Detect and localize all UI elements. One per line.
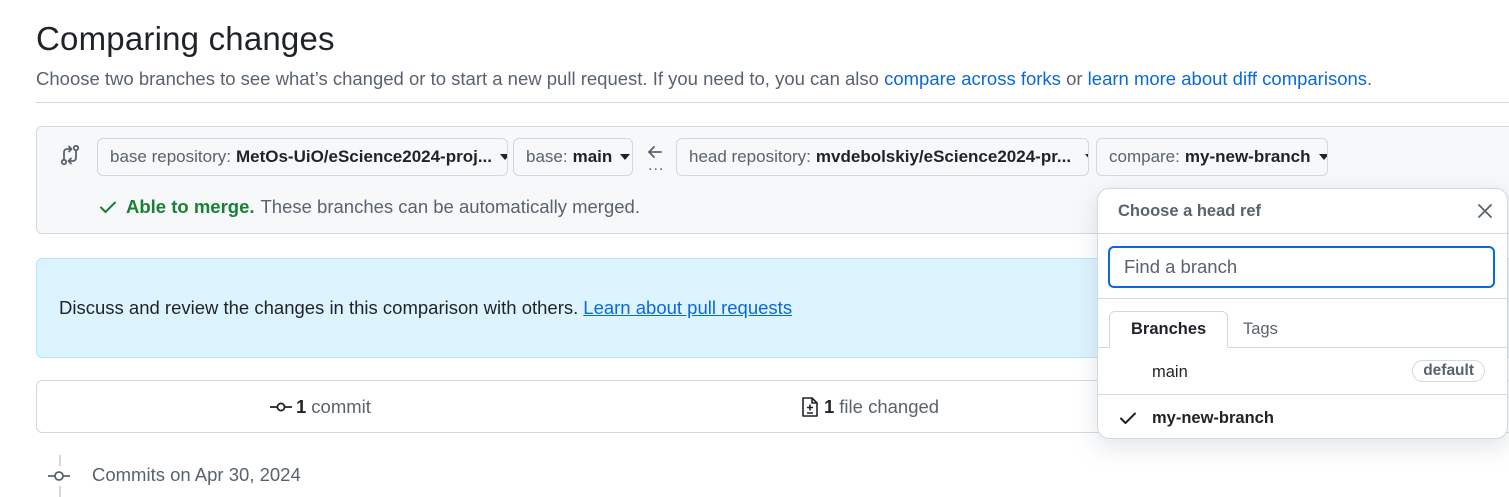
popover-divider <box>1098 233 1507 234</box>
page-subtitle: Choose two branches to see what’s change… <box>36 68 1372 90</box>
git-compare-icon <box>60 144 80 166</box>
base-repository-value: MetOs-UiO/eScience2024-proj... <box>235 147 492 166</box>
base-branch-select[interactable]: base: main <box>513 138 633 176</box>
default-badge: default <box>1412 360 1485 382</box>
base-repository-select[interactable]: base repository: MetOs-UiO/eScience2024-… <box>97 138 508 176</box>
check-icon <box>1120 412 1136 424</box>
files-count: 1 <box>824 396 835 417</box>
files-label: file changed <box>839 396 940 417</box>
files-changed-tab[interactable]: 1 file changed <box>800 396 939 418</box>
commits-label: commit <box>311 396 371 417</box>
commits-date-heading: Commits on Apr 30, 2024 <box>92 464 301 485</box>
header-divider <box>36 102 1509 103</box>
popover-title: Choose a head ref <box>1118 202 1262 220</box>
branch-name: main <box>1152 362 1188 381</box>
compare-branch-select[interactable]: compare: my-new-branch <box>1096 138 1328 176</box>
chevron-down-icon <box>1085 154 1088 160</box>
popover-divider <box>1098 298 1507 299</box>
compare-branch-label: compare: <box>1109 147 1180 166</box>
commits-count: 1 <box>296 396 307 417</box>
dots: ... <box>648 157 665 174</box>
branch-name: my-new-branch <box>1152 408 1274 427</box>
merge-status: Able to merge. These branches can be aut… <box>98 196 640 218</box>
head-repository-value: mvdebolskiy/eScience2024-pr... <box>815 147 1072 166</box>
info-text: Discuss and review the changes in this c… <box>59 297 579 318</box>
tab-tags[interactable]: Tags <box>1222 311 1299 348</box>
branch-divider <box>1098 394 1507 395</box>
git-commit-icon <box>48 466 70 486</box>
branch-item-my-new-branch[interactable]: my-new-branch <box>1098 396 1507 440</box>
base-branch-value: main <box>572 147 613 166</box>
merge-ok-label: Able to merge. <box>126 196 255 217</box>
learn-pull-requests-link[interactable]: Learn about pull requests <box>583 297 792 318</box>
file-diff-icon <box>802 397 818 417</box>
subtitle-or: or <box>1066 68 1083 89</box>
base-repository-label: base repository: <box>110 147 231 166</box>
head-repository-select[interactable]: head repository: mvdebolskiy/eScience202… <box>676 138 1089 176</box>
chevron-down-icon <box>1318 154 1327 160</box>
compare-branch-value: my-new-branch <box>1184 147 1311 166</box>
chevron-down-icon <box>500 154 507 160</box>
check-icon <box>100 201 116 213</box>
subtitle-end: . <box>1367 68 1373 89</box>
chevron-down-icon <box>620 154 631 160</box>
head-repository-label: head repository: <box>689 147 811 166</box>
branch-item-main[interactable]: main default <box>1098 350 1507 394</box>
learn-diff-comparisons-link[interactable]: learn more about diff comparisons <box>1088 68 1367 89</box>
close-icon[interactable] <box>1474 200 1496 222</box>
branch-search-input[interactable] <box>1108 246 1495 288</box>
compare-across-forks-link[interactable]: compare across forks <box>884 68 1061 89</box>
git-commit-icon <box>270 402 292 412</box>
base-branch-label: base: <box>526 147 568 166</box>
merge-text: These branches can be automatically merg… <box>260 196 640 217</box>
tab-branches[interactable]: Branches <box>1109 311 1229 348</box>
subtitle-text: Choose two branches to see what’s change… <box>36 68 879 89</box>
info-message: Discuss and review the changes in this c… <box>59 297 792 319</box>
commits-tab[interactable]: 1 commit <box>270 396 371 418</box>
page-title: Comparing changes <box>36 20 335 57</box>
